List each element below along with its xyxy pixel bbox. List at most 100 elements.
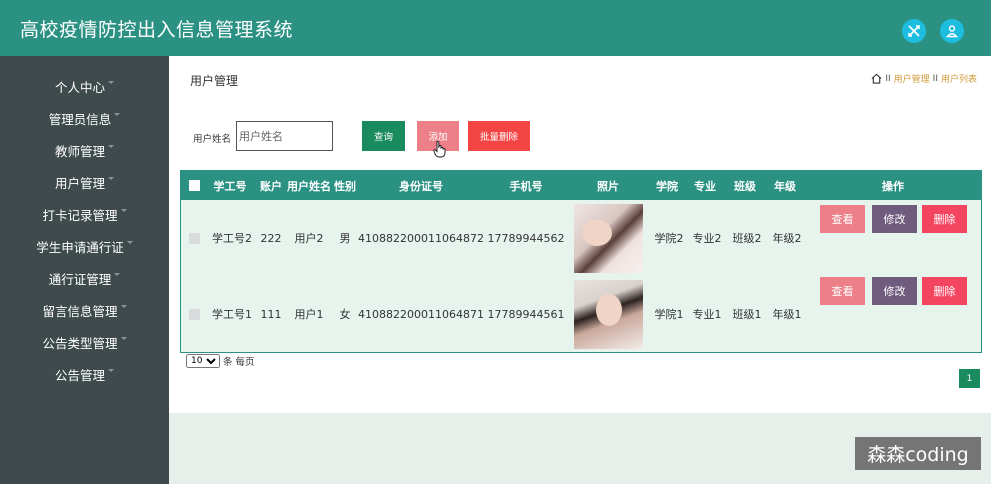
user-photo [573,203,643,273]
cell-major: 专业2 [692,232,722,245]
cell-id: 学工号1 [212,308,252,321]
search-input[interactable] [236,121,333,151]
table-header: 学工号 账户 用户姓名 性别 身份证号 手机号 照片 学院 专业 班级 年级 操… [181,171,981,200]
user-photo [573,279,643,349]
caret-down-icon [114,112,121,116]
page-title: 用户管理 [190,74,239,88]
column-header: 学院 [656,179,678,193]
breadcrumb-separator: II [885,73,891,84]
sidebar-item-label: 通行证管理 [48,271,112,287]
app-header: 高校疫情防控出入信息管理系统 [0,0,991,56]
sidebar-item-label: 公告类型管理 [42,335,118,351]
table-row: 学工号2 222 用户2 男 410882200011064872 177899… [181,200,981,276]
sidebar-item-label: 教师管理 [54,143,105,159]
delete-button[interactable]: 删除 [922,277,967,305]
caret-down-icon [114,272,121,276]
column-header: 学工号 [213,179,247,193]
cell-gender: 女 [339,308,351,321]
sidebar-item-label: 个人中心 [54,79,105,95]
app-title: 高校疫情防控出入信息管理系统 [20,18,294,41]
delete-button[interactable]: 删除 [922,205,967,233]
column-header: 操作 [882,179,904,193]
cell-major: 专业1 [692,308,722,321]
fullscreen-button[interactable] [902,19,926,43]
shuffle-icon [908,25,920,37]
page-size-control: 10 条 每页 [186,354,255,368]
sidebar-item-pass-management[interactable]: 通行证管理 [0,262,169,294]
sidebar-item-notice-type-management[interactable]: 公告类型管理 [0,326,169,358]
column-header: 性别 [334,179,356,193]
cell-grade: 年级1 [772,308,802,321]
search-label: 用户姓名 [193,134,232,145]
cell-id-card: 410882200011064871 [358,307,484,321]
edit-button[interactable]: 修改 [872,277,917,305]
row-checkbox[interactable] [187,276,201,352]
sidebar-item-notice-management[interactable]: 公告管理 [0,358,169,390]
sidebar-item-checkin-records[interactable]: 打卡记录管理 [0,198,169,230]
caret-down-icon [120,208,127,212]
breadcrumb: II 用户管理 II 用户列表 [871,72,977,85]
column-header: 手机号 [509,179,543,193]
breadcrumb-user-list[interactable]: 用户列表 [941,72,977,85]
cell-class: 班级2 [732,232,762,245]
cell-grade: 年级2 [772,232,802,245]
watermark: 森森coding [855,437,981,470]
cell-gender: 男 [339,232,351,245]
sidebar-item-admin-info[interactable]: 管理员信息 [0,102,169,134]
caret-down-icon [108,80,114,84]
cell-class: 班级1 [732,308,762,321]
sidebar-item-pass-application[interactable]: 学生申请通行证 [0,230,169,262]
user-table: 学工号 账户 用户姓名 性别 身份证号 手机号 照片 学院 专业 班级 年级 操… [180,170,982,353]
column-header: 用户姓名 [287,179,331,193]
hand-cursor-icon [433,140,446,158]
sidebar-item-user-management[interactable]: 用户管理 [0,166,169,198]
sidebar-item-label: 留言信息管理 [42,303,118,319]
sidebar-item-label: 公告管理 [54,367,105,383]
sidebar: 个人中心 管理员信息 教师管理 用户管理 打卡记录管理 学生申请通行证 通行证管… [0,56,169,484]
view-button[interactable]: 查看 [820,277,865,305]
query-button[interactable]: 查询 [362,121,405,151]
breadcrumb-separator: II [932,73,938,84]
column-header: 账户 [260,179,282,193]
edit-button[interactable]: 修改 [872,205,917,233]
batch-delete-button[interactable]: 批量删除 [468,121,530,151]
user-button[interactable] [940,19,964,43]
column-header: 年级 [774,179,796,193]
sidebar-item-label: 管理员信息 [48,111,112,127]
sidebar-item-label: 用户管理 [54,175,105,191]
cell-name: 用户2 [294,232,324,245]
cell-photo [573,200,643,276]
main-content: 用户管理 II 用户管理 II 用户列表 用户姓名 查询 添加 批量删除 学工号… [169,56,991,413]
cell-id: 学工号2 [212,232,252,245]
column-header: 专业 [694,179,716,193]
row-checkbox[interactable] [187,200,201,276]
view-button[interactable]: 查看 [820,205,865,233]
cell-actions: 查看 修改 删除 [811,276,981,352]
cell-photo [573,276,643,352]
caret-down-icon [120,304,127,308]
cell-actions: 查看 修改 删除 [811,200,981,276]
column-header: 身份证号 [399,179,443,193]
caret-down-icon [108,144,114,148]
cell-account: 111 [260,307,282,321]
cell-phone: 17789944561 [487,307,565,321]
page-size-select[interactable]: 10 [186,354,220,368]
cell-college: 学院2 [654,232,684,245]
sidebar-item-personal-center[interactable]: 个人中心 [0,70,169,102]
select-all-checkbox[interactable] [187,171,201,200]
caret-down-icon [108,368,114,372]
user-icon [946,25,958,38]
pagination-current-page[interactable]: 1 [959,369,980,388]
cell-phone: 17789944562 [487,231,565,245]
page-size-label: 条 每页 [223,357,255,368]
breadcrumb-user-management[interactable]: 用户管理 [894,72,930,85]
sidebar-item-teacher-management[interactable]: 教师管理 [0,134,169,166]
sidebar-item-label: 打卡记录管理 [42,207,118,223]
cell-id-card: 410882200011064872 [358,231,484,245]
cell-account: 222 [260,231,282,245]
caret-down-icon [126,240,133,244]
cell-name: 用户1 [294,308,324,321]
cell-college: 学院1 [654,308,684,321]
sidebar-item-message-management[interactable]: 留言信息管理 [0,294,169,326]
home-icon[interactable] [871,73,882,84]
